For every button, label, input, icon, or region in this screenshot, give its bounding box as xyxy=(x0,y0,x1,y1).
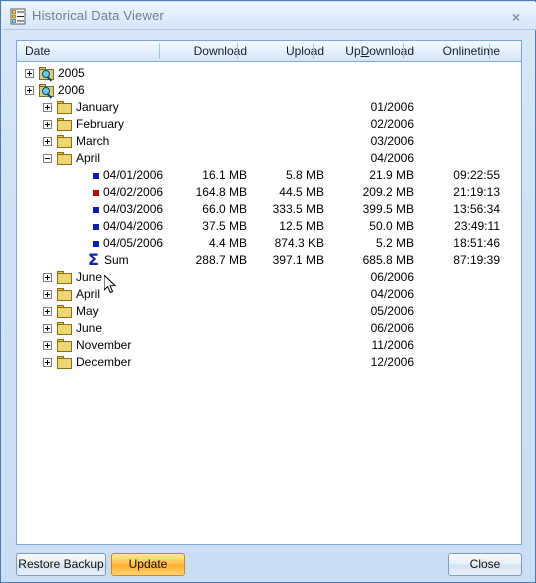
table-row[interactable]: April 04/2006 xyxy=(17,286,521,303)
row-onlinetime-value: 21:19:13 xyxy=(453,185,500,199)
column-separator-4[interactable] xyxy=(489,43,490,59)
row-date-label: June xyxy=(76,321,103,335)
folder-icon xyxy=(57,305,73,318)
table-row[interactable]: 04/04/2006 37.5 MB 12.5 MB 50.0 MB 23:49:11 xyxy=(17,218,521,235)
row-onlinetime-value: 13:56:34 xyxy=(453,202,500,216)
folder-icon xyxy=(57,288,73,301)
row-updownload-value: 04/2006 xyxy=(370,151,414,165)
row-updownload-value: 05/2006 xyxy=(370,304,414,318)
row-onlinetime-value: 23:49:11 xyxy=(454,219,500,233)
row-date-label: June xyxy=(76,270,103,284)
row-updownload-value: 06/2006 xyxy=(370,321,414,335)
expand-node-icon[interactable] xyxy=(43,358,52,367)
row-updownload-value: 06/2006 xyxy=(370,270,414,284)
row-updownload-value: 03/2006 xyxy=(370,134,414,148)
table-row[interactable]: 2006 xyxy=(17,82,521,99)
tree-list-icon xyxy=(10,8,27,25)
bullet-red xyxy=(93,190,99,196)
column-header-updownload[interactable]: UpDownload xyxy=(314,44,414,58)
folder-icon xyxy=(57,322,73,335)
row-date-label: December xyxy=(76,355,132,369)
expand-node-icon[interactable] xyxy=(43,307,52,316)
folder-icon xyxy=(57,101,73,114)
column-header-row: Date Download Upload UpDownload Onlinetime xyxy=(17,41,521,62)
table-row[interactable]: Σ Sum 288.7 MB 397.1 MB 685.8 MB 87:19:39 xyxy=(17,250,521,269)
table-row[interactable]: December 12/2006 xyxy=(17,354,521,371)
update-button[interactable]: Update xyxy=(111,553,185,576)
row-date-label: Sum xyxy=(104,253,129,267)
column-separator-3[interactable] xyxy=(403,43,404,59)
table-row[interactable]: 04/03/2006 66.0 MB 333.5 MB 399.5 MB 13:56:3… xyxy=(17,201,521,218)
folder-icon xyxy=(57,135,73,148)
table-row[interactable]: May 05/2006 xyxy=(17,303,521,320)
row-date-label: May xyxy=(76,304,99,318)
expand-node-icon[interactable] xyxy=(43,273,52,282)
table-row[interactable]: February 02/2006 xyxy=(17,116,521,133)
expand-node-icon[interactable] xyxy=(43,103,52,112)
bullet-blue xyxy=(93,241,99,247)
table-row[interactable]: 04/01/2006 16.1 MB 5.8 MB 21.9 MB 09:22:55 xyxy=(17,167,521,184)
row-date-label: April xyxy=(76,151,101,165)
folder-icon xyxy=(57,339,73,352)
folder-icon xyxy=(57,356,73,369)
row-updownload-value: 04/2006 xyxy=(370,287,414,301)
table-row[interactable]: 2005 xyxy=(17,65,521,82)
folder-icon xyxy=(57,152,73,165)
expand-node-icon[interactable] xyxy=(43,120,52,129)
table-row[interactable]: 04/02/2006 164.8 MB 44.5 MB 209.2 MB 21:19:1… xyxy=(17,184,521,201)
column-header-date[interactable]: Date xyxy=(25,44,50,58)
row-updownload-value: 01/2006 xyxy=(370,100,414,114)
search-folder-icon xyxy=(39,84,56,99)
row-date-label: April xyxy=(76,287,101,301)
table-row[interactable]: January 01/2006 xyxy=(17,99,521,116)
restore-backup-button[interactable]: Restore Backup xyxy=(16,553,106,576)
data-list-panel: Date Download Upload UpDownload Onlinetime 2… xyxy=(16,40,522,545)
table-row[interactable]: June 06/2006 xyxy=(17,320,521,337)
collapse-node-icon[interactable] xyxy=(43,154,52,163)
row-date-label: March xyxy=(76,134,110,148)
row-onlinetime-value: 18:51:46 xyxy=(453,236,500,250)
row-date-label: 2006 xyxy=(58,83,85,97)
expand-node-icon[interactable] xyxy=(25,69,34,78)
folder-icon xyxy=(57,271,73,284)
column-header-onlinetime[interactable]: Onlinetime xyxy=(400,44,500,58)
expand-node-icon[interactable] xyxy=(25,86,34,95)
row-onlinetime-value: 87:19:39 xyxy=(453,253,500,267)
search-folder-icon xyxy=(39,67,56,82)
row-date-label: February xyxy=(76,117,125,131)
window-title: Historical Data Viewer xyxy=(32,8,165,23)
bullet-blue xyxy=(93,207,99,213)
table-row[interactable]: April 04/2006 xyxy=(17,150,521,167)
bullet-blue xyxy=(93,173,99,179)
sigma-icon: Σ xyxy=(88,250,99,269)
column-separator-2[interactable] xyxy=(313,43,314,59)
expand-node-icon[interactable] xyxy=(43,324,52,333)
row-date-label: November xyxy=(76,338,132,352)
row-date-label: January xyxy=(76,100,119,114)
column-separator-0[interactable] xyxy=(159,43,160,59)
expand-node-icon[interactable] xyxy=(43,137,52,146)
historical-data-viewer-window: Historical Data Viewer × Date Download Upl… xyxy=(0,0,536,583)
table-row[interactable]: June 06/2006 xyxy=(17,269,521,286)
expand-node-icon[interactable] xyxy=(43,341,52,350)
column-header-upload[interactable]: Upload xyxy=(224,44,324,58)
row-onlinetime-value: 09:22:55 xyxy=(453,168,500,182)
table-row[interactable]: March 03/2006 xyxy=(17,133,521,150)
bullet-blue xyxy=(93,224,99,230)
tree-body: 2005 2006 January 01/2006 February 02/2006 Mar… xyxy=(17,62,521,544)
folder-icon xyxy=(57,118,73,131)
row-updownload-value: 02/2006 xyxy=(370,117,414,131)
title-bar: Historical Data Viewer × xyxy=(2,2,536,30)
close-button[interactable]: Close xyxy=(448,553,522,576)
row-date-label: 2005 xyxy=(58,66,85,80)
close-icon[interactable]: × xyxy=(506,7,526,27)
table-row[interactable]: November 11/2006 xyxy=(17,337,521,354)
row-updownload-value: 11/2006 xyxy=(371,338,415,352)
row-updownload-value: 12/2006 xyxy=(370,355,414,369)
expand-node-icon[interactable] xyxy=(43,290,52,299)
column-separator-1[interactable] xyxy=(237,43,238,59)
